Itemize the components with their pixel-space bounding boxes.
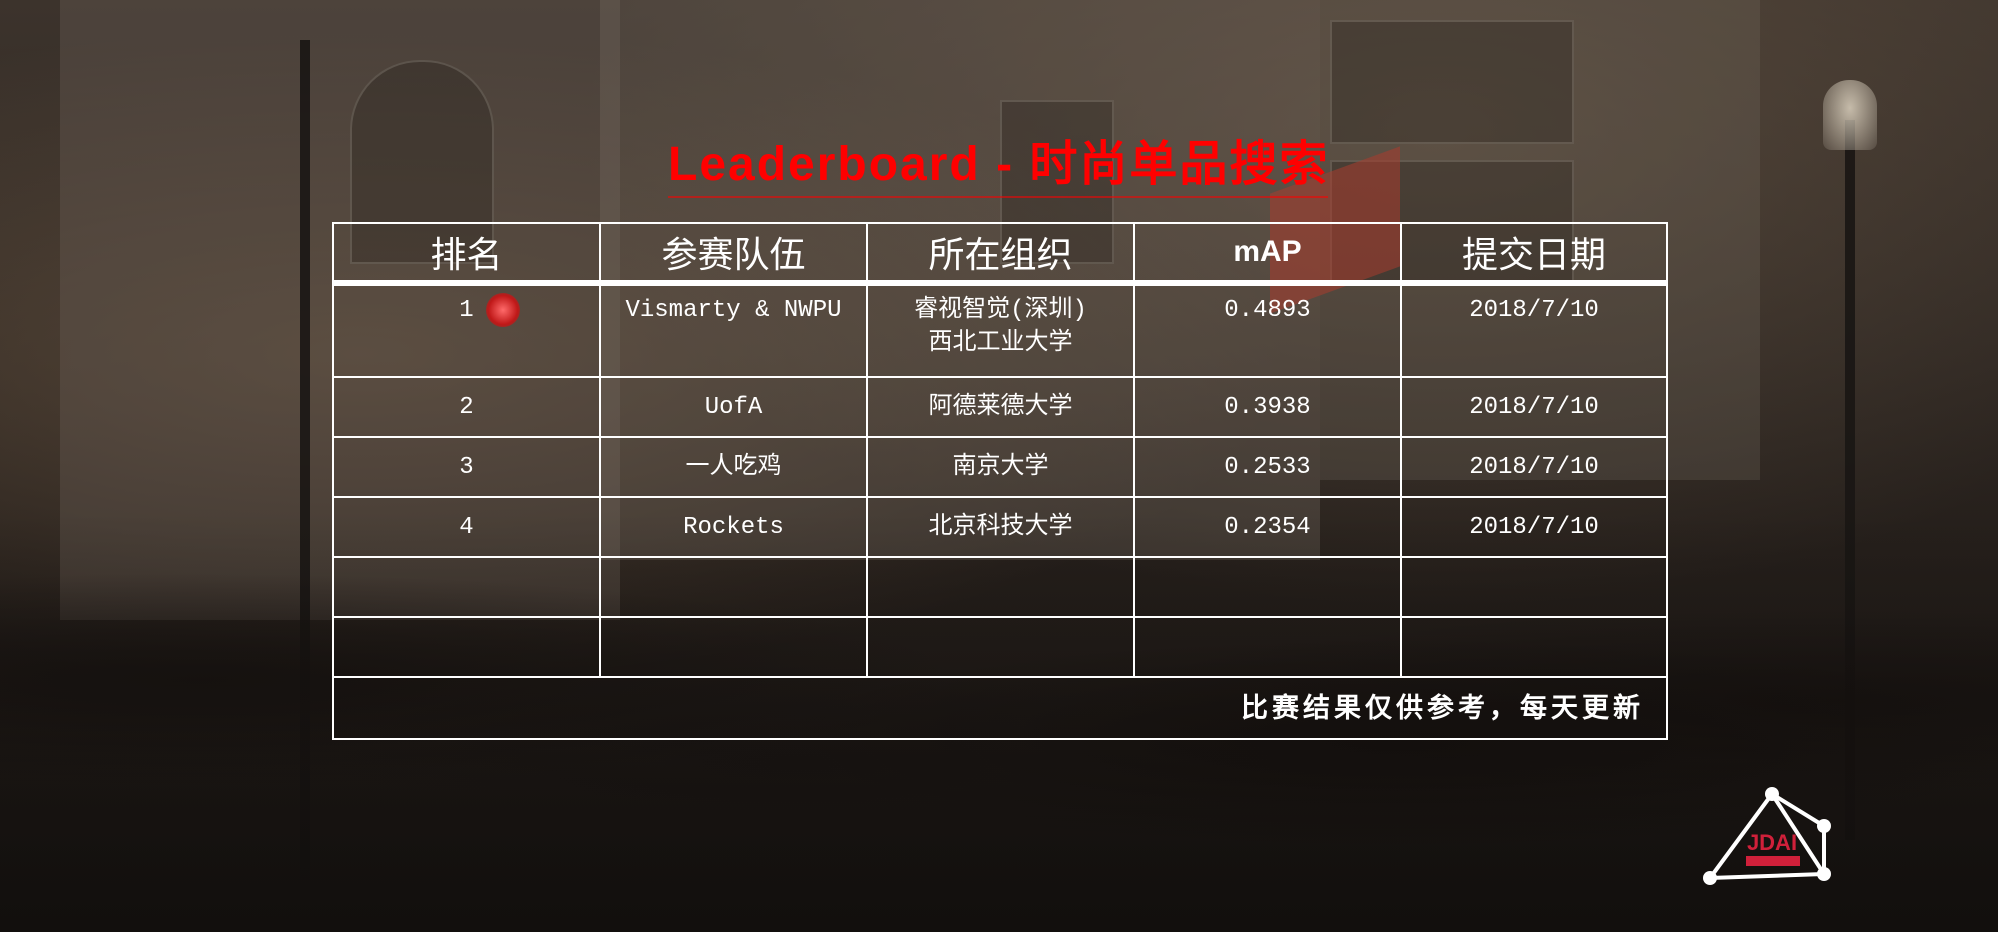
empty-cell <box>1133 556 1402 618</box>
column-header-map: mAP <box>1133 222 1402 286</box>
organization-line: 西北工业大学 <box>928 330 1073 357</box>
team-cell: Rockets <box>599 496 868 558</box>
page-title: Leaderboard - 时尚单品搜索 <box>668 138 1330 191</box>
table-row: 2 UofA 阿德莱德大学 0.3938 2018/7/10 <box>332 376 1668 438</box>
organization-line: 睿视智觉(深圳) <box>914 297 1087 324</box>
empty-cell <box>1400 616 1668 678</box>
empty-cell <box>332 616 601 678</box>
team-cell: Vismarty & NWPU <box>599 282 868 378</box>
team-cell: 一人吃鸡 <box>599 436 868 498</box>
background-window <box>1330 20 1574 144</box>
empty-table-row <box>332 556 1668 618</box>
column-header-submit-date: 提交日期 <box>1400 222 1668 286</box>
empty-table-row <box>332 616 1668 678</box>
empty-cell <box>599 556 868 618</box>
empty-cell <box>332 556 601 618</box>
organization-cell: 睿视智觉(深圳) 西北工业大学 <box>866 282 1135 378</box>
organization-cell: 北京科技大学 <box>866 496 1135 558</box>
column-header-organization: 所在组织 <box>866 222 1135 286</box>
team-cell: UofA <box>599 376 868 438</box>
rank-cell: 1 <box>332 282 601 378</box>
table-header-row: 排名 参赛队伍 所在组织 mAP 提交日期 <box>332 222 1668 286</box>
date-cell: 2018/7/10 <box>1400 376 1668 438</box>
table-footer-row: 比赛结果仅供参考，每天更新 <box>332 676 1668 740</box>
map-cell: 0.3938 <box>1133 376 1402 438</box>
empty-cell <box>866 556 1135 618</box>
date-cell: 2018/7/10 <box>1400 496 1668 558</box>
table-row: 3 一人吃鸡 南京大学 0.2533 2018/7/10 <box>332 436 1668 498</box>
slide-background: Leaderboard - 时尚单品搜索 排名 参赛队伍 所在组织 mAP 提交… <box>0 0 1998 932</box>
empty-cell <box>599 616 868 678</box>
organization-cell: 阿德莱德大学 <box>866 376 1135 438</box>
map-cell: 0.2533 <box>1133 436 1402 498</box>
rank-cell: 3 <box>332 436 601 498</box>
rank-cell: 4 <box>332 496 601 558</box>
leaderboard-table: 排名 参赛队伍 所在组织 mAP 提交日期 1 Vismarty & NWPU … <box>332 222 1668 740</box>
date-cell: 2018/7/10 <box>1400 282 1668 378</box>
table-row: 4 Rockets 北京科技大学 0.2354 2018/7/10 <box>332 496 1668 558</box>
map-cell: 0.2354 <box>1133 496 1402 558</box>
empty-cell <box>866 616 1135 678</box>
empty-cell <box>1400 556 1668 618</box>
background-lamp-head <box>1823 80 1877 150</box>
column-header-team: 参赛队伍 <box>599 222 868 286</box>
table-row: 1 Vismarty & NWPU 睿视智觉(深圳) 西北工业大学 0.4893… <box>332 282 1668 378</box>
logo-text: JDAI <box>1747 830 1797 855</box>
date-cell: 2018/7/10 <box>1400 436 1668 498</box>
rank-cell: 2 <box>332 376 601 438</box>
empty-cell <box>1133 616 1402 678</box>
title-underline <box>668 196 1328 198</box>
map-cell: 0.4893 <box>1133 282 1402 378</box>
column-header-rank: 排名 <box>332 222 601 286</box>
footer-note: 比赛结果仅供参考，每天更新 <box>332 676 1668 740</box>
jdai-logo-icon: JDAI <box>1703 787 1831 885</box>
organization-cell: 南京大学 <box>866 436 1135 498</box>
